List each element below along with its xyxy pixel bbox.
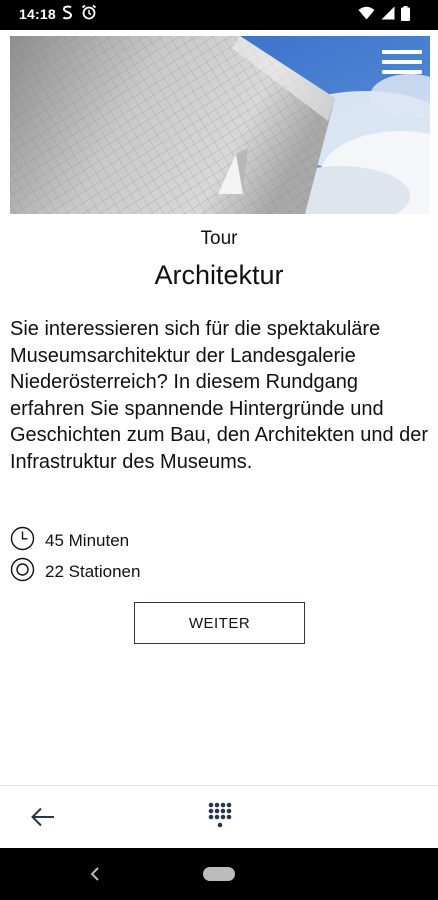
page-title: Architektur xyxy=(154,260,284,290)
stations-text: 22 Stationen xyxy=(45,562,141,581)
stations-icon xyxy=(10,557,35,587)
arrow-left-icon xyxy=(30,807,56,832)
system-back-button[interactable] xyxy=(88,866,102,882)
hero-image xyxy=(10,36,430,214)
tour-kicker: Tour xyxy=(200,228,238,249)
tour-description: Sie interessieren sich für die spektakul… xyxy=(10,318,429,473)
hamburger-menu-icon xyxy=(382,50,422,54)
status-left-icons xyxy=(62,4,97,25)
chevron-left-icon xyxy=(88,867,102,886)
battery-icon xyxy=(401,5,410,26)
keypad-icon xyxy=(207,802,233,835)
duration-row: 45 Minuten xyxy=(10,526,129,556)
status-bar: 14:18 xyxy=(0,0,438,30)
s-sim-icon xyxy=(62,5,73,25)
clock-icon xyxy=(10,526,35,556)
menu-button[interactable] xyxy=(380,44,424,78)
system-home-button[interactable] xyxy=(203,867,235,881)
alarm-icon xyxy=(81,4,97,25)
duration-text: 45 Minuten xyxy=(45,531,130,550)
continue-button[interactable]: WEITER xyxy=(134,602,305,644)
status-time: 14:18 xyxy=(19,6,56,22)
keypad-button[interactable] xyxy=(207,801,233,831)
status-right-icons xyxy=(358,5,410,26)
signal-icon xyxy=(381,6,395,25)
stations-row: 22 Stationen xyxy=(10,557,140,587)
wifi-icon xyxy=(358,6,375,25)
back-button[interactable] xyxy=(30,806,56,828)
